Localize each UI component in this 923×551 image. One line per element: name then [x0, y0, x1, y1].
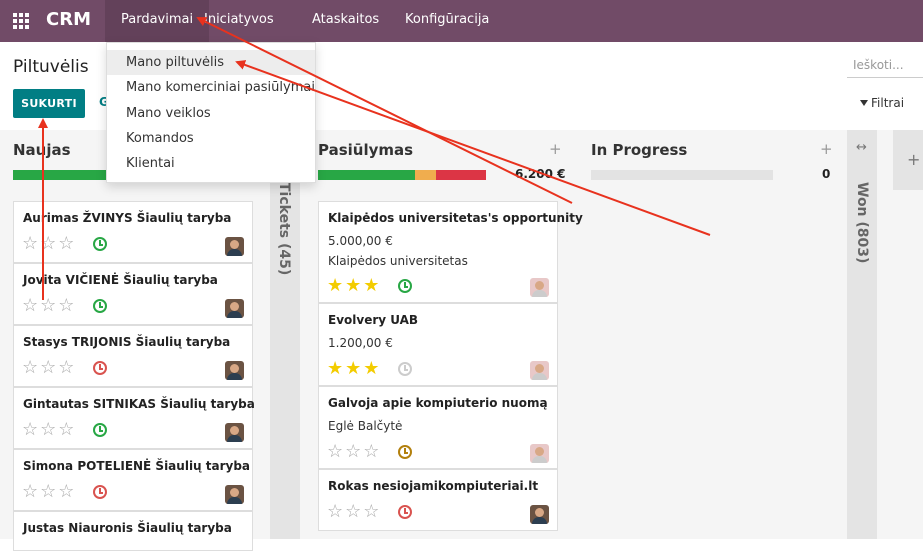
menu-konfiguracija[interactable]: Konfigūracija	[389, 0, 505, 42]
filters-label: Filtrai	[871, 96, 905, 110]
folded-column-won[interactable]: ↔ Won (803)	[847, 130, 877, 539]
folded-column-label: Tickets (45)	[276, 182, 292, 276]
quick-create-plus-icon[interactable]: +	[820, 140, 833, 158]
card-title: Gintautas SITNIKAS Šiaulių taryba	[23, 397, 255, 411]
lead-card[interactable]: Galvoja apie kompiuterio nuomą Eglė Balč…	[318, 386, 558, 469]
apps-grid-icon[interactable]	[13, 13, 29, 29]
column-progress-pasiulymas[interactable]	[318, 170, 486, 180]
column-total-in-progress: 0	[822, 167, 831, 181]
card-amount: 5.000,00 €	[328, 234, 393, 248]
dropdown-item-komerciniai-pasiulymai[interactable]: Mano komerciniai pasiūlymai	[107, 75, 315, 100]
activity-clock-icon[interactable]	[398, 279, 412, 293]
salesperson-avatar	[225, 423, 244, 442]
card-partner: Klaipėdos universitetas	[328, 254, 468, 268]
lead-card[interactable]: Aurimas ŽVINYS Šiaulių taryba ☆☆☆	[13, 201, 253, 263]
lead-card[interactable]: Justas Niauronis Šiaulių taryba	[13, 511, 253, 551]
dropdown-item-komandos[interactable]: Komandos	[107, 126, 315, 151]
card-title: Klaipėdos universitetas's opportunity	[328, 211, 583, 225]
pardavimai-dropdown-menu: Mano piltuvėlis Mano komerciniai pasiūly…	[106, 42, 316, 183]
filter-icon	[860, 100, 868, 106]
column-title-pasiulymas: Pasiūlymas	[318, 141, 414, 159]
activity-clock-icon[interactable]	[93, 237, 107, 251]
column-title-in-progress: In Progress	[591, 141, 688, 159]
dropdown-item-mano-piltuvelis[interactable]: Mano piltuvėlis	[107, 50, 315, 75]
activity-clock-icon[interactable]	[93, 485, 107, 499]
priority-stars[interactable]: ☆☆☆	[22, 421, 76, 439]
priority-stars[interactable]: ☆☆☆	[22, 359, 76, 377]
dropdown-item-mano-veiklos[interactable]: Mano veiklos	[107, 101, 315, 126]
menu-iniciatyvos[interactable]: Iniciatyvos	[188, 0, 290, 42]
card-title: Evolvery UAB	[328, 313, 419, 327]
add-column-plus-icon[interactable]: +	[907, 150, 920, 169]
filters-toggle[interactable]: Filtrai	[860, 96, 904, 110]
card-title: Aurimas ŽVINYS Šiaulių taryba	[23, 211, 232, 225]
activity-clock-icon[interactable]	[93, 361, 107, 375]
priority-stars[interactable]: ★★★	[327, 277, 381, 295]
priority-stars[interactable]: ☆☆☆	[22, 297, 76, 315]
page-title: Piltuvėlis	[13, 57, 89, 77]
salesperson-avatar	[530, 361, 549, 380]
add-column-strip[interactable]: +	[893, 130, 923, 190]
column-title-naujas: Naujas	[13, 141, 71, 159]
lead-card[interactable]: Simona POTELIENĖ Šiaulių taryba ☆☆☆	[13, 449, 253, 511]
card-partner: Eglė Balčytė	[328, 419, 403, 433]
expand-arrows-icon[interactable]: ↔	[856, 140, 867, 155]
priority-stars[interactable]: ☆☆☆	[327, 503, 381, 521]
lead-card[interactable]: Gintautas SITNIKAS Šiaulių taryba ☆☆☆	[13, 387, 255, 449]
lead-card[interactable]: Jovita VIČIENĖ Šiaulių taryba ☆☆☆	[13, 263, 253, 325]
column-progress-in-progress[interactable]	[591, 170, 773, 180]
priority-stars[interactable]: ☆☆☆	[22, 235, 76, 253]
card-title: Justas Niauronis Šiaulių taryba	[23, 521, 232, 535]
folded-column-tickets[interactable]: Tickets (45)	[270, 174, 300, 539]
salesperson-avatar	[530, 505, 549, 524]
priority-stars[interactable]: ★★★	[327, 360, 381, 378]
top-navbar: CRM Pardavimai Iniciatyvos Ataskaitos Ko…	[0, 0, 923, 42]
activity-clock-icon[interactable]	[93, 423, 107, 437]
salesperson-avatar	[225, 361, 244, 380]
dropdown-item-klientai[interactable]: Klientai	[107, 151, 315, 176]
quick-create-plus-icon[interactable]: +	[549, 140, 562, 158]
salesperson-avatar	[530, 278, 549, 297]
search-input[interactable]	[847, 52, 923, 78]
app-brand[interactable]: CRM	[46, 9, 91, 30]
create-button[interactable]: SUKURTI	[13, 89, 85, 118]
column-total-pasiulymas: 6.200 €	[515, 167, 566, 181]
card-title: Simona POTELIENĖ Šiaulių taryba	[23, 459, 251, 473]
card-title: Stasys TRIJONIS Šiaulių taryba	[23, 335, 231, 349]
kanban-board: Naujas Aurimas ŽVINYS Šiaulių taryba ☆☆☆…	[0, 130, 923, 551]
card-title: Rokas nesiojamikompiuteriai.lt	[328, 479, 539, 493]
activity-clock-icon[interactable]	[398, 445, 412, 459]
priority-stars[interactable]: ☆☆☆	[22, 483, 76, 501]
menu-ataskaitos[interactable]: Ataskaitos	[296, 0, 395, 42]
card-title: Jovita VIČIENĖ Šiaulių taryba	[23, 273, 218, 287]
salesperson-avatar	[225, 237, 244, 256]
lead-card[interactable]: Klaipėdos universitetas's opportunity 5.…	[318, 201, 583, 303]
salesperson-avatar	[225, 299, 244, 318]
activity-clock-icon[interactable]	[93, 299, 107, 313]
activity-clock-icon[interactable]	[398, 505, 412, 519]
lead-card[interactable]: Rokas nesiojamikompiuteriai.lt ☆☆☆	[318, 469, 558, 531]
priority-stars[interactable]: ☆☆☆	[327, 443, 381, 461]
folded-column-label: Won (803)	[854, 182, 870, 264]
salesperson-avatar	[530, 444, 549, 463]
salesperson-avatar	[225, 485, 244, 504]
lead-card[interactable]: Evolvery UAB 1.200,00 € ★★★	[318, 303, 558, 386]
card-amount: 1.200,00 €	[328, 336, 393, 350]
lead-card[interactable]: Stasys TRIJONIS Šiaulių taryba ☆☆☆	[13, 325, 253, 387]
card-title: Galvoja apie kompiuterio nuomą	[328, 396, 548, 410]
activity-clock-icon[interactable]	[398, 362, 412, 376]
